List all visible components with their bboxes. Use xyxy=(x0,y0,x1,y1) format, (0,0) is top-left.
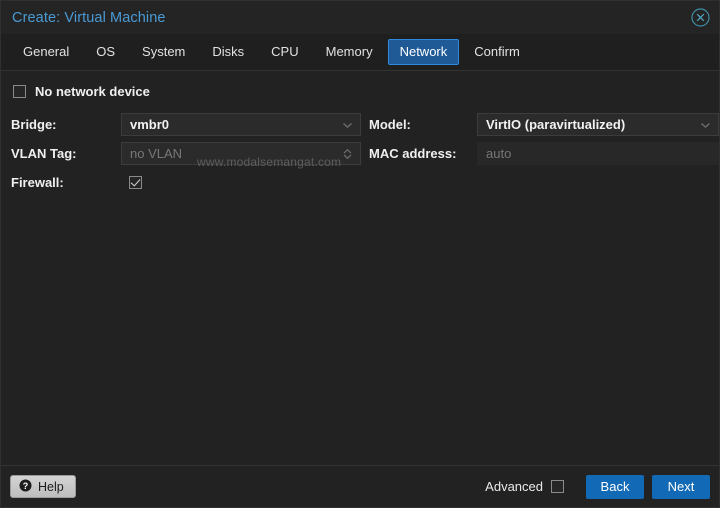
back-button[interactable]: Back xyxy=(586,474,644,499)
tab-disks[interactable]: Disks xyxy=(200,39,256,65)
help-button[interactable]: ? Help xyxy=(10,475,76,498)
mac-address-field[interactable]: auto xyxy=(477,142,719,165)
wizard-tabbar: General OS System Disks CPU Memory Netwo… xyxy=(1,34,719,70)
advanced-checkbox[interactable] xyxy=(551,480,564,493)
next-button[interactable]: Next xyxy=(652,474,710,499)
spinner-updown-icon[interactable] xyxy=(341,147,354,160)
tab-memory[interactable]: Memory xyxy=(314,39,385,65)
bridge-combobox[interactable]: vmbr0 xyxy=(121,113,361,136)
form-column-right: Model: VirtIO (paravirtualized) MAC addr… xyxy=(369,113,719,171)
tab-general[interactable]: General xyxy=(11,39,81,65)
advanced-label: Advanced xyxy=(485,479,543,494)
model-row: Model: VirtIO (paravirtualized) xyxy=(369,113,719,136)
model-combobox[interactable]: VirtIO (paravirtualized) xyxy=(477,113,719,136)
question-mark-icon: ? xyxy=(19,479,32,495)
chevron-down-icon xyxy=(699,118,712,131)
vlan-tag-label: VLAN Tag: xyxy=(11,146,77,161)
chevron-down-icon xyxy=(341,118,354,131)
tab-confirm[interactable]: Confirm xyxy=(462,39,532,65)
firewall-control xyxy=(121,171,361,194)
mac-address-placeholder: auto xyxy=(486,146,512,161)
model-value: VirtIO (paravirtualized) xyxy=(486,117,626,132)
bridge-row: Bridge: vmbr0 xyxy=(11,113,361,136)
mac-address-label: MAC address: xyxy=(369,146,457,161)
network-settings-panel: No network device Bridge: vmbr0 VLAN Tag… xyxy=(1,70,719,466)
bridge-label: Bridge: xyxy=(11,117,57,132)
bridge-value: vmbr0 xyxy=(130,117,170,132)
help-button-label: Help xyxy=(38,479,64,494)
close-icon[interactable] xyxy=(691,8,710,27)
no-network-device-checkbox[interactable] xyxy=(13,85,26,98)
create-vm-dialog: Create: Virtual Machine General OS Syste… xyxy=(0,0,720,508)
firewall-label: Firewall: xyxy=(11,175,64,190)
model-label: Model: xyxy=(369,117,411,132)
no-network-device-label: No network device xyxy=(35,84,150,99)
tab-cpu[interactable]: CPU xyxy=(259,39,310,65)
mac-address-row: MAC address: auto xyxy=(369,142,719,165)
dialog-title: Create: Virtual Machine xyxy=(12,9,166,26)
dialog-footer: ? Help Advanced Back Next xyxy=(1,466,719,507)
vlan-tag-placeholder: no VLAN xyxy=(130,146,183,161)
tab-network[interactable]: Network xyxy=(387,39,460,65)
tab-system[interactable]: System xyxy=(130,39,197,65)
watermark: www.modalsemangat.com xyxy=(197,155,342,169)
dialog-titlebar: Create: Virtual Machine xyxy=(1,1,719,34)
firewall-row: Firewall: xyxy=(11,171,361,194)
no-network-device-row: No network device xyxy=(13,84,150,99)
svg-text:?: ? xyxy=(23,480,29,490)
footer-actions: Advanced Back Next xyxy=(485,474,710,499)
firewall-checkbox[interactable] xyxy=(129,176,142,189)
tab-os[interactable]: OS xyxy=(84,39,127,65)
